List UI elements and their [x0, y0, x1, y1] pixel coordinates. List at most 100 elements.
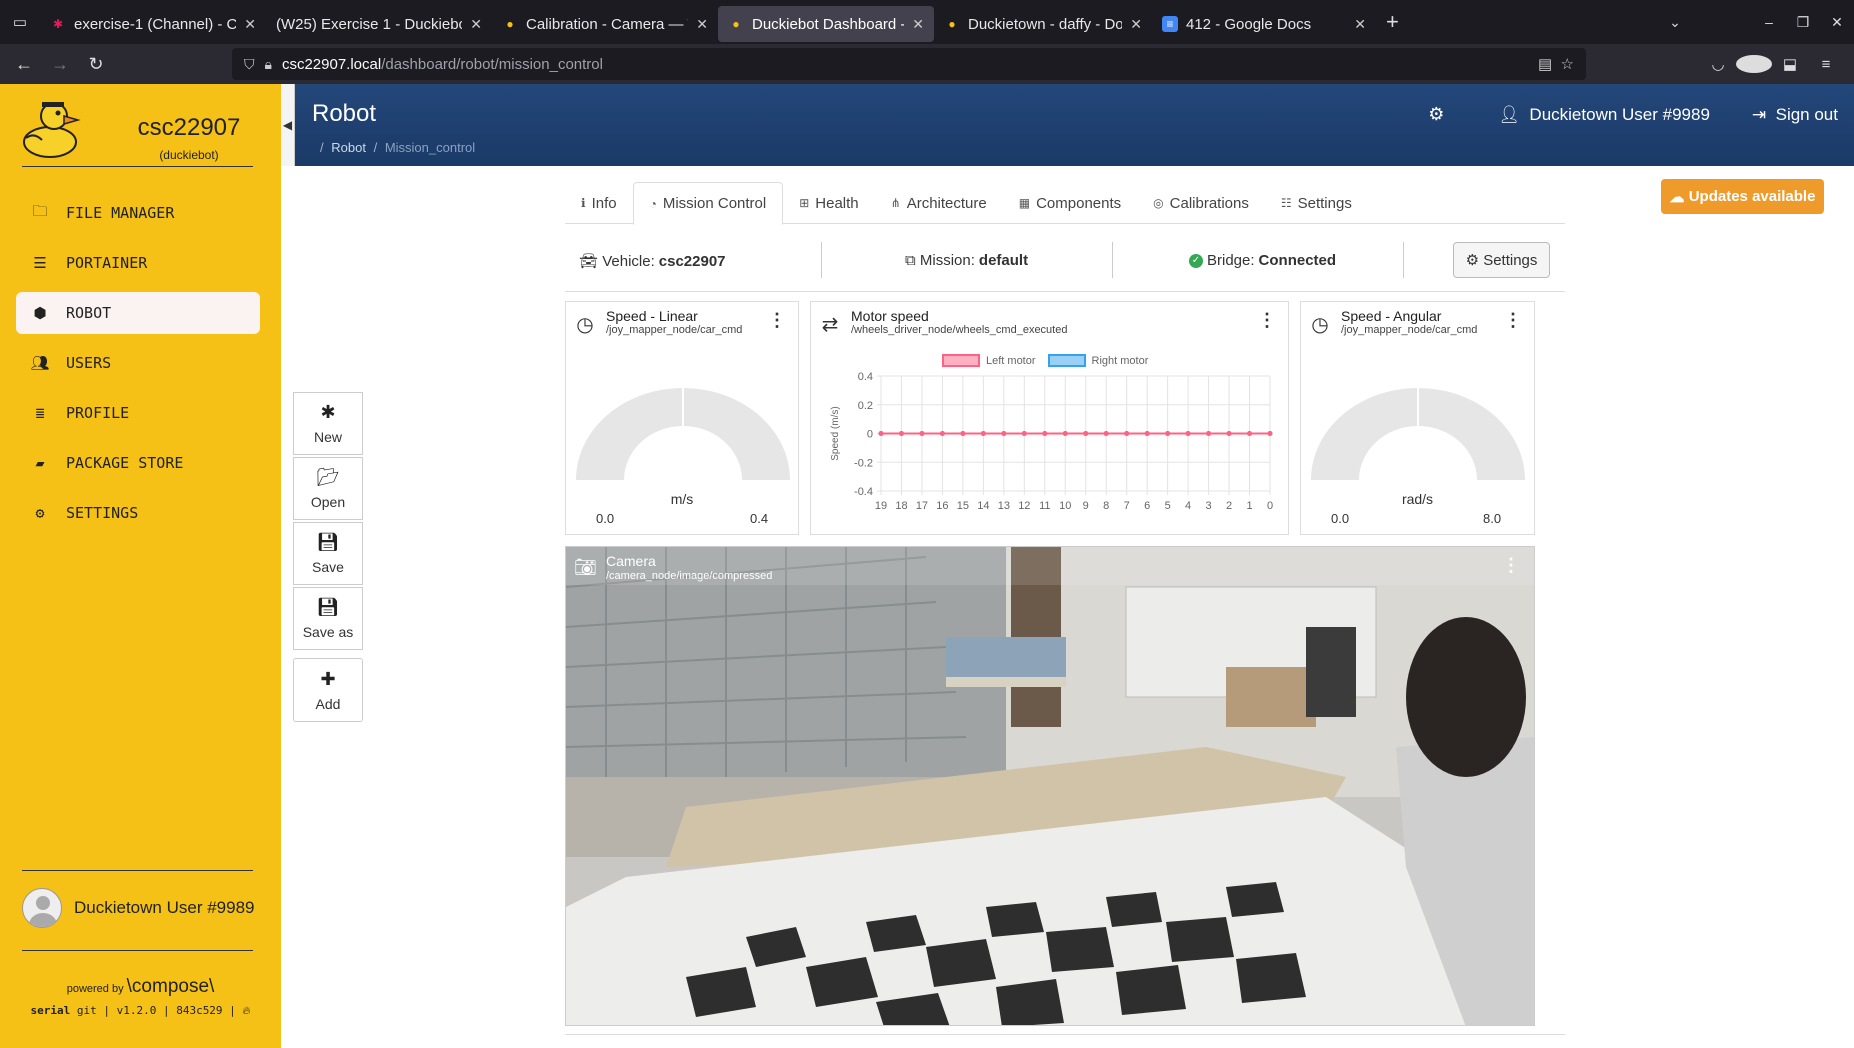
- lock-icon[interactable]: 🔒︎: [265, 56, 272, 73]
- sign-out-button[interactable]: ⇥ Sign out: [1752, 105, 1838, 125]
- data-point: [919, 431, 925, 436]
- minimize-icon[interactable]: –: [1752, 14, 1786, 30]
- tab-mission-control[interactable]: ◔ Mission Control: [632, 182, 784, 225]
- menu-icon[interactable]: ≡: [1808, 56, 1844, 73]
- browser-tab-title: Duckietown - daffy - Docs: [968, 15, 1123, 33]
- y-tick-label: -0.2: [854, 457, 873, 469]
- duck-icon: ●: [506, 17, 514, 31]
- back-icon[interactable]: ←: [6, 54, 42, 75]
- shield-icon[interactable]: ⛉: [244, 56, 255, 73]
- gear-icon: ⚙: [1465, 252, 1480, 269]
- dashboard-icon: ◔: [649, 196, 657, 211]
- mission-status: ⧉ Mission: default: [905, 252, 1029, 269]
- browser-tab-active[interactable]: ● Duckiebot Dashboard - Robot ✕: [718, 6, 934, 42]
- version-info: serial git | v1.2.0 | 843c529 | 🔥︎: [30, 1004, 251, 1017]
- sidebar-item-label: USERS: [66, 354, 112, 372]
- sidebar-item-label: ROBOT: [66, 304, 112, 322]
- breadcrumb-current: Mission_control: [384, 140, 476, 155]
- brand[interactable]: csc22907 (duckiebot): [20, 96, 260, 176]
- sitemap-icon: ⋔: [890, 196, 901, 210]
- tab-info[interactable]: ℹ Info: [565, 182, 633, 224]
- browser-tab[interactable]: ● Calibration - Camera — The Duckietown …: [492, 6, 718, 42]
- sidebar-user[interactable]: Duckietown User #9989: [22, 888, 254, 928]
- gear-icon[interactable]: ⚙: [1428, 104, 1444, 125]
- close-tab-icon[interactable]: ✕: [1354, 16, 1366, 33]
- url-bar[interactable]: ⛉ 🔒︎ csc22907.local/dashboard/robot/miss…: [232, 48, 1586, 80]
- cubes-icon: ▦: [1018, 196, 1031, 210]
- kebab-menu-icon[interactable]: ⋮: [1502, 555, 1520, 576]
- open-button[interactable]: 📂︎ Open: [293, 457, 363, 520]
- new-button[interactable]: ✱ New: [293, 392, 363, 455]
- sidebar-item-portainer[interactable]: ☰ PORTAINER: [16, 242, 260, 284]
- tab-components[interactable]: ▦ Components: [1003, 182, 1137, 224]
- data-point: [1103, 431, 1109, 436]
- save-as-button[interactable]: 💾︎ Save as: [293, 587, 363, 650]
- x-tick-label: 16: [936, 500, 948, 512]
- android-icon: ⬢: [33, 304, 47, 322]
- tab-architecture[interactable]: ⋔ Architecture: [875, 182, 1003, 224]
- add-button[interactable]: ✚ Add: [293, 658, 363, 722]
- close-tab-icon[interactable]: ✕: [1130, 16, 1142, 33]
- reload-icon[interactable]: ↻: [78, 54, 114, 75]
- mission-status-bar: 🚘︎ Vehicle: csc22907 ⧉ Mission: default ✓ B…: [565, 238, 1565, 292]
- close-tab-icon[interactable]: ✕: [244, 16, 256, 33]
- pocket-icon[interactable]: ◡: [1700, 55, 1736, 73]
- motor-speed-widget: ⇄ Motor speed /wheels_driver_node/wheels…: [810, 301, 1289, 535]
- duckietown-logo: [23, 102, 81, 158]
- close-tab-icon[interactable]: ✕: [696, 16, 708, 33]
- save-button[interactable]: 💾︎ Save: [293, 522, 363, 585]
- user-icon: 👤︎: [1498, 104, 1520, 124]
- header-user[interactable]: 👤︎ Duckietown User #9989: [1498, 105, 1710, 125]
- tab-settings[interactable]: ☷ Settings: [1265, 182, 1368, 224]
- sidebar-collapse-button[interactable]: ◀: [281, 84, 295, 166]
- floppy-icon: 💾︎: [316, 532, 340, 552]
- page-header: Robot / Robot / Mission_control ⚙ 👤︎ Duc…: [295, 84, 1854, 166]
- data-point: [1042, 431, 1048, 436]
- browser-tab-title: 412 - Google Docs: [1186, 15, 1312, 33]
- browser-tab[interactable]: ✱ exercise-1 (Channel) - CMPUT ✕: [40, 6, 266, 42]
- reader-bookmark-icons[interactable]: ▤ ☆: [1538, 55, 1574, 73]
- data-point: [1021, 431, 1027, 436]
- sidebar-item-package-store[interactable]: ▰ PACKAGE STORE: [16, 442, 260, 484]
- tab-list-icon[interactable]: ▭: [0, 0, 40, 44]
- extensions-icon[interactable]: ⬓: [1772, 55, 1808, 73]
- sidebar-item-settings[interactable]: ⚙ SETTINGS: [16, 492, 260, 534]
- check-circle-icon: ✓: [1189, 253, 1203, 268]
- restore-icon[interactable]: ❐: [1786, 14, 1820, 31]
- kebab-menu-icon[interactable]: ⋮: [1504, 310, 1522, 331]
- browser-tab[interactable]: ● Duckietown - daffy - Docs ✕: [934, 6, 1152, 42]
- sidebar-item-users[interactable]: 👥︎ USERS: [16, 342, 260, 384]
- browser-tab[interactable]: ≡ 412 - Google Docs ✕: [1152, 6, 1376, 42]
- widget-title: Speed - Linear: [606, 308, 698, 324]
- data-point: [1267, 431, 1273, 436]
- close-window-icon[interactable]: ✕: [1820, 14, 1854, 31]
- new-tab-icon[interactable]: +: [1386, 9, 1399, 35]
- tab-calibrations[interactable]: ◎ Calibrations: [1137, 182, 1265, 224]
- updates-available-button[interactable]: ☁ Updates available: [1661, 179, 1824, 214]
- x-tick-label: 5: [1165, 500, 1171, 512]
- mission-settings-button[interactable]: ⚙ Settings: [1453, 242, 1550, 278]
- gauge-unit: rad/s: [1401, 491, 1434, 507]
- close-tab-icon[interactable]: ✕: [470, 16, 482, 33]
- close-tab-icon[interactable]: ✕: [912, 16, 924, 33]
- y-tick-label: 0.4: [858, 371, 873, 383]
- slack-icon: ✱: [52, 17, 64, 31]
- x-tick-label: 3: [1206, 500, 1212, 512]
- angular-speed-gauge: [1311, 388, 1525, 480]
- data-point: [878, 431, 884, 436]
- url-host: csc22907.local: [281, 55, 382, 73]
- browser-tab[interactable]: (W25) Exercise 1 - Duckiebot ✕: [266, 6, 492, 42]
- tab-health[interactable]: ⊞ Health: [783, 182, 874, 224]
- profile-icon[interactable]: A: [1736, 55, 1772, 73]
- forward-icon[interactable]: →: [42, 54, 78, 75]
- sidebar-item-robot[interactable]: ⬢ ROBOT: [16, 292, 260, 334]
- url-path: /dashboard/robot/mission_control: [381, 55, 603, 73]
- sidebar-item-profile[interactable]: ≣ PROFILE: [16, 392, 260, 434]
- sidebar-item-file-manager[interactable]: 🗀 FILE MANAGER: [16, 192, 260, 234]
- data-point: [980, 431, 986, 436]
- data-point: [1247, 431, 1253, 436]
- kebab-menu-icon[interactable]: ⋮: [768, 310, 786, 331]
- breadcrumb-robot[interactable]: Robot: [331, 140, 366, 155]
- x-tick-label: 2: [1226, 500, 1232, 512]
- tab-overflow-icon[interactable]: ⌄: [1658, 14, 1692, 31]
